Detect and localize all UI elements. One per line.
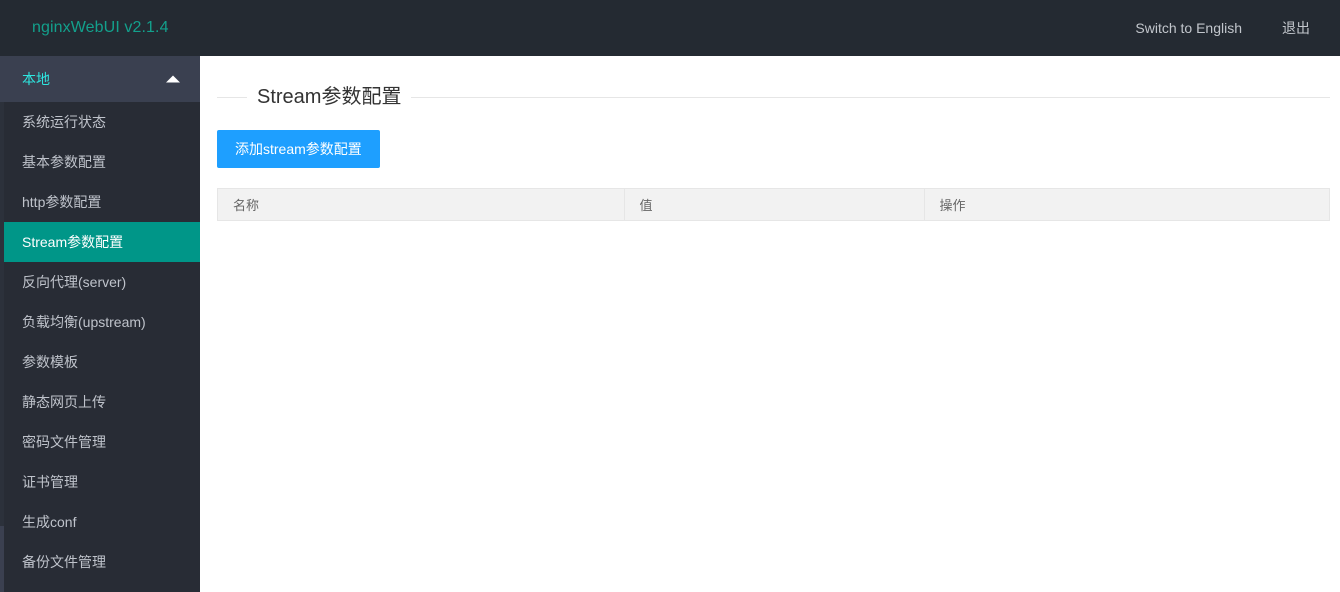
sidebar-item-reverse-proxy[interactable]: 反向代理(server) — [0, 262, 200, 302]
sidebar-item-stream-params[interactable]: Stream参数配置 — [0, 222, 200, 262]
table-head: 名称 值 操作 — [218, 189, 1329, 221]
sidebar-item-label: 反向代理(server) — [22, 274, 127, 290]
top-header: nginxWebUI v2.1.4 Switch to English 退出 — [0, 0, 1340, 56]
column-header-value[interactable]: 值 — [624, 189, 925, 221]
table-header-row: 名称 值 操作 — [218, 189, 1329, 221]
sidebar-item-static-page-upload[interactable]: 静态网页上传 — [0, 382, 200, 422]
sidebar-item-label: 静态网页上传 — [22, 394, 106, 410]
sidebar-menu: 系统运行状态 基本参数配置 http参数配置 Stream参数配置 反向代理(s… — [0, 102, 200, 582]
logout-link[interactable]: 退出 — [1262, 0, 1340, 56]
sidebar-item-http-params[interactable]: http参数配置 — [0, 182, 200, 222]
add-stream-param-button[interactable]: 添加stream参数配置 — [217, 130, 380, 168]
sidebar-item-param-template[interactable]: 参数模板 — [0, 342, 200, 382]
sidebar-scrollbar[interactable] — [0, 56, 4, 592]
page-title-fieldset: Stream参数配置 — [217, 80, 1330, 114]
switch-language-link[interactable]: Switch to English — [1115, 0, 1262, 56]
sidebar-item-basic-params[interactable]: 基本参数配置 — [0, 142, 200, 182]
sidebar-item-upstream[interactable]: 负载均衡(upstream) — [0, 302, 200, 342]
sidebar-item-label: 负载均衡(upstream) — [22, 314, 146, 330]
toolbar: 添加stream参数配置 — [217, 130, 1340, 168]
page-title: Stream参数配置 — [247, 80, 412, 114]
sidebar-item-system-status[interactable]: 系统运行状态 — [0, 102, 200, 142]
sidebar-item-generate-conf[interactable]: 生成conf — [0, 502, 200, 542]
sidebar-scrollbar-thumb[interactable] — [0, 56, 4, 526]
stream-params-table-container: 名称 值 操作 — [217, 188, 1330, 221]
sidebar-item-label: http参数配置 — [22, 194, 102, 210]
app-logo[interactable]: nginxWebUI v2.1.4 — [32, 19, 169, 37]
sidebar-group-label: 本地 — [22, 71, 50, 87]
column-header-name[interactable]: 名称 — [218, 189, 625, 221]
sidebar-item-label: 参数模板 — [22, 354, 78, 370]
sidebar-item-label: 系统运行状态 — [22, 114, 106, 130]
sidebar-item-backup-file[interactable]: 备份文件管理 — [0, 542, 200, 582]
sidebar-item-label: 备份文件管理 — [22, 554, 106, 570]
sidebar: 本地 系统运行状态 基本参数配置 http参数配置 Stream参数配置 反向代… — [0, 56, 200, 592]
main-content: Stream参数配置 添加stream参数配置 名称 值 操作 — [200, 56, 1340, 592]
header-actions: Switch to English 退出 — [1115, 0, 1340, 56]
sidebar-item-label: 生成conf — [22, 514, 77, 530]
sidebar-item-label: 密码文件管理 — [22, 434, 106, 450]
sidebar-item-cert-management[interactable]: 证书管理 — [0, 462, 200, 502]
sidebar-group-local[interactable]: 本地 — [0, 56, 200, 102]
chevron-up-icon — [166, 75, 180, 83]
sidebar-item-label: Stream参数配置 — [22, 234, 124, 250]
app-root: nginxWebUI v2.1.4 Switch to English 退出 本… — [0, 0, 1340, 592]
sidebar-item-label: 证书管理 — [22, 474, 78, 490]
sidebar-item-password-file[interactable]: 密码文件管理 — [0, 422, 200, 462]
stream-params-table: 名称 值 操作 — [218, 189, 1329, 221]
column-header-operation[interactable]: 操作 — [924, 189, 1329, 221]
sidebar-item-label: 基本参数配置 — [22, 154, 106, 170]
